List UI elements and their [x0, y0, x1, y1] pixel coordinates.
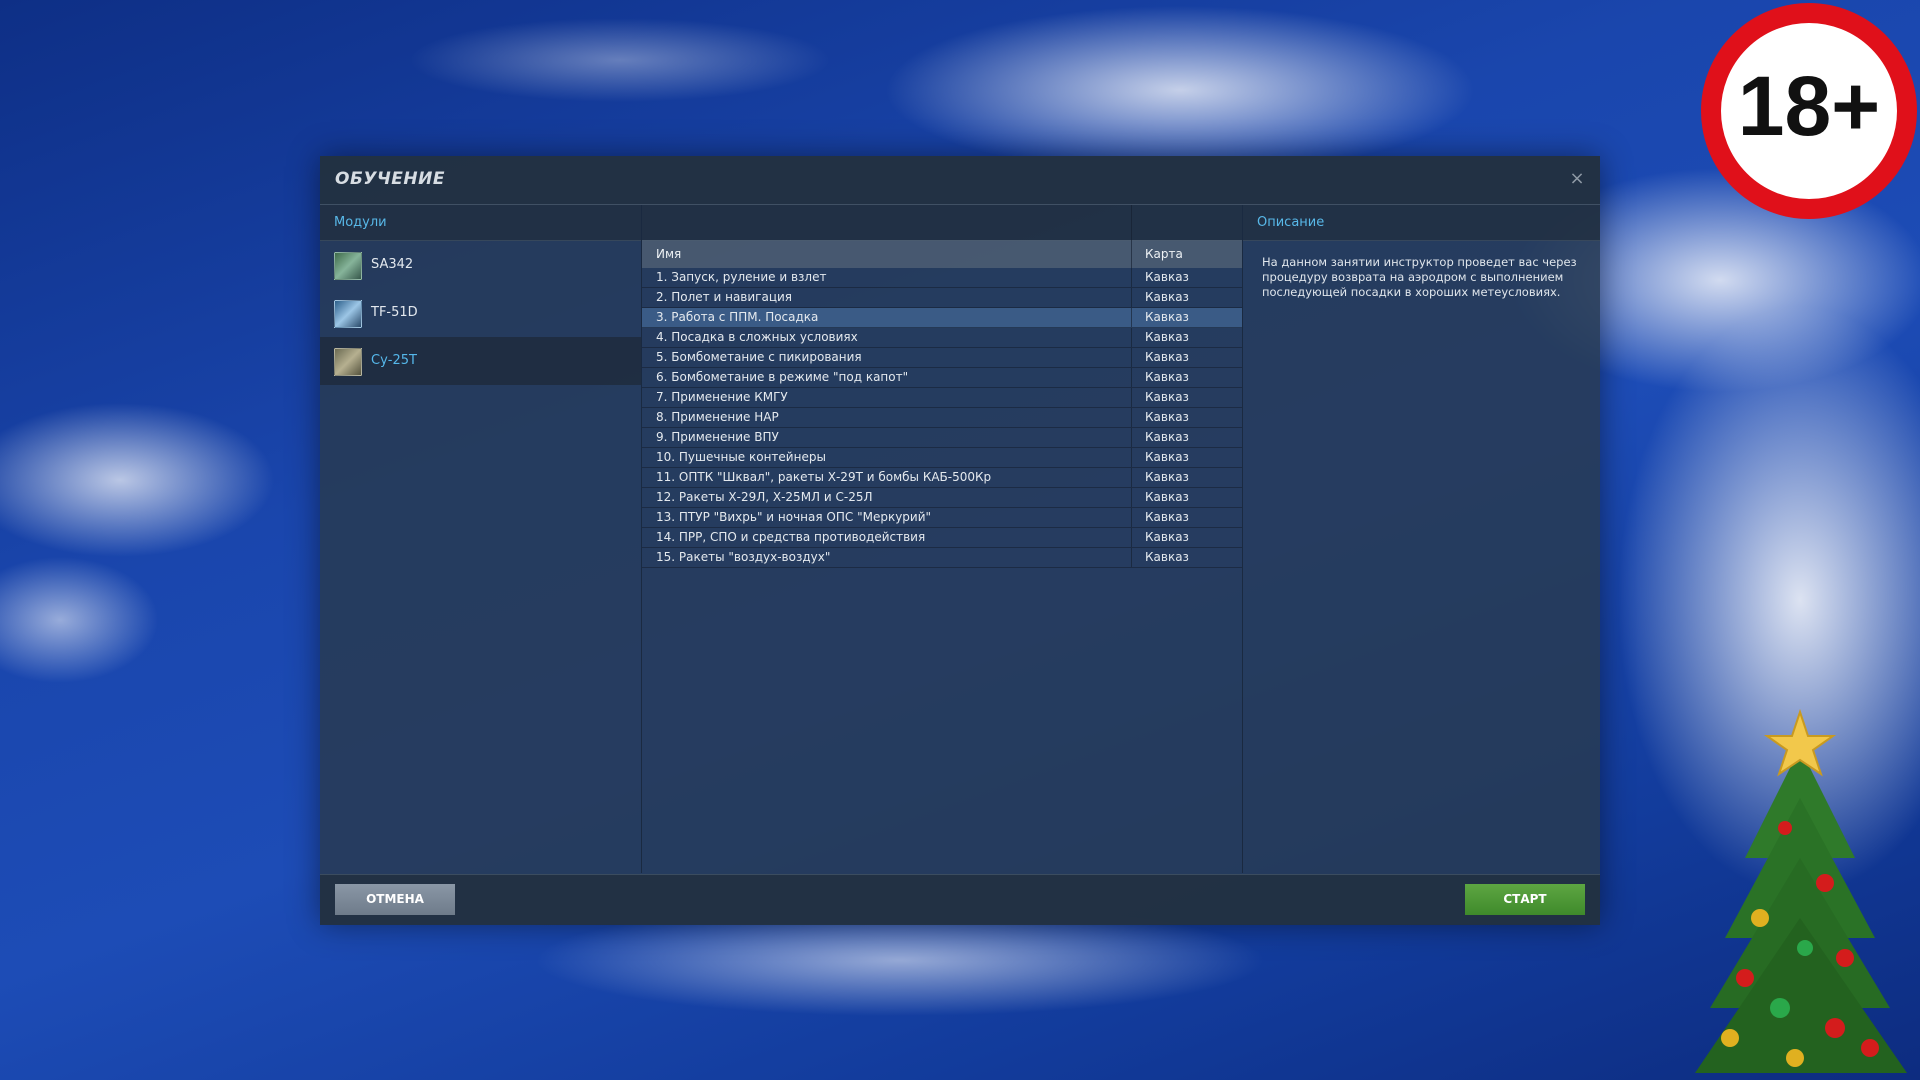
mission-map: Кавказ	[1145, 510, 1189, 524]
mission-name: 13. ПТУР "Вихрь" и ночная ОПС "Меркурий"	[656, 510, 932, 524]
mission-name: 15. Ракеты "воздух-воздух"	[656, 550, 831, 564]
mission-name: 12. Ракеты Х-29Л, Х-25МЛ и С-25Л	[656, 490, 873, 504]
training-dialog: ОБУЧЕНИЕ × Модули SA342 TF-51D Су-25Т Им…	[320, 156, 1600, 925]
mission-row[interactable]: 14. ПРР, СПО и средства противодействия К…	[642, 528, 1242, 548]
age-badge-text: 18+	[1738, 59, 1881, 153]
mission-name: 10. Пушечные контейнеры	[656, 450, 826, 464]
mission-row[interactable]: 7. Применение КМГУ Кавказ	[642, 388, 1242, 408]
mission-row[interactable]: 4. Посадка в сложных условиях Кавказ	[642, 328, 1242, 348]
mission-name: 6. Бомбометание в режиме "под капот"	[656, 370, 909, 384]
dialog-footer: ОТМЕНА СТАРТ	[320, 874, 1600, 925]
mission-map: Кавказ	[1145, 550, 1189, 564]
su25t-module-icon	[334, 348, 362, 376]
mission-name: 5. Бомбометание с пикирования	[656, 350, 862, 364]
mission-row[interactable]: 12. Ракеты Х-29Л, Х-25МЛ и С-25Л Кавказ	[642, 488, 1242, 508]
mission-map: Кавказ	[1145, 450, 1189, 464]
mission-map: Кавказ	[1145, 350, 1189, 364]
mission-name: 7. Применение КМГУ	[656, 390, 788, 404]
description-text: На данном занятии инструктор проведет ва…	[1262, 255, 1577, 299]
missions-topbar	[642, 205, 1242, 241]
mission-row[interactable]: 15. Ракеты "воздух-воздух" Кавказ	[642, 548, 1242, 568]
mission-map: Кавказ	[1145, 390, 1189, 404]
module-label: TF-51D	[371, 305, 418, 320]
mission-name: 4. Посадка в сложных условиях	[656, 330, 858, 344]
close-icon[interactable]: ×	[1566, 168, 1588, 190]
missions-list[interactable]: Имя Карта 1. Запуск, руление и взлет Кавк…	[642, 240, 1242, 568]
mission-row[interactable]: 13. ПТУР "Вихрь" и ночная ОПС "Меркурий"…	[642, 508, 1242, 528]
mission-name: 3. Работа с ППМ. Посадка	[656, 310, 819, 324]
mission-name: 2. Полет и навигация	[656, 290, 793, 304]
sa342-module-icon	[334, 252, 362, 280]
module-label: SA342	[371, 257, 414, 272]
mission-map: Кавказ	[1145, 330, 1189, 344]
mission-name: 11. ОПТК "Шквал", ракеты Х-29Т и бомбы К…	[656, 470, 992, 484]
mission-row[interactable]: 6. Бомбометание в режиме "под капот" Кавк…	[642, 368, 1242, 388]
mission-row[interactable]: 2. Полет и навигация Кавказ	[642, 288, 1242, 308]
description-panel: Описание На данном занятии инструктор пр…	[1243, 205, 1600, 873]
mission-row[interactable]: 8. Применение НАР Кавказ	[642, 408, 1242, 428]
mission-row[interactable]: 10. Пушечные контейнеры Кавказ	[642, 448, 1242, 468]
column-header-map[interactable]: Карта	[1145, 240, 1183, 268]
modules-header: Модули	[320, 205, 641, 241]
start-button[interactable]: СТАРТ	[1465, 884, 1585, 915]
mission-name: 9. Применение ВПУ	[656, 430, 779, 444]
tf51d-module-icon	[334, 300, 362, 328]
mission-map: Кавказ	[1145, 490, 1189, 504]
mission-name: 1. Запуск, руление и взлет	[656, 270, 827, 284]
dialog-title: ОБУЧЕНИЕ	[335, 169, 445, 189]
module-item-tf51d[interactable]: TF-51D	[320, 289, 641, 337]
mission-name: 14. ПРР, СПО и средства противодействия	[656, 530, 926, 544]
dialog-title-bar: ОБУЧЕНИЕ ×	[320, 156, 1600, 205]
mission-row[interactable]: 5. Бомбометание с пикирования Кавказ	[642, 348, 1242, 368]
module-item-su25t[interactable]: Су-25Т	[320, 337, 641, 385]
mission-map: Кавказ	[1145, 270, 1189, 284]
modules-panel: Модули SA342 TF-51D Су-25Т	[320, 205, 642, 873]
mission-map: Кавказ	[1145, 470, 1189, 484]
mission-map: Кавказ	[1145, 430, 1189, 444]
mission-map: Кавказ	[1145, 370, 1189, 384]
mission-name: 8. Применение НАР	[656, 410, 779, 424]
column-header-name[interactable]: Имя	[656, 240, 681, 268]
mission-map: Кавказ	[1145, 310, 1189, 324]
christmas-tree-decoration	[1695, 708, 1907, 1073]
mission-row[interactable]: 9. Применение ВПУ Кавказ	[642, 428, 1242, 448]
missions-list-header: Имя Карта	[642, 240, 1242, 268]
mission-row[interactable]: 11. ОПТК "Шквал", ракеты Х-29Т и бомбы К…	[642, 468, 1242, 488]
mission-map: Кавказ	[1145, 410, 1189, 424]
cancel-button[interactable]: ОТМЕНА	[335, 884, 455, 915]
missions-panel: Имя Карта 1. Запуск, руление и взлет Кавк…	[642, 205, 1243, 873]
mission-map: Кавказ	[1145, 530, 1189, 544]
age-rating-badge: 18+	[1701, 3, 1917, 219]
mission-row[interactable]: 1. Запуск, руление и взлет Кавказ	[642, 268, 1242, 288]
mission-map: Кавказ	[1145, 290, 1189, 304]
description-header: Описание	[1243, 205, 1600, 241]
mission-row[interactable]: 3. Работа с ППМ. Посадка Кавказ	[642, 308, 1242, 328]
module-item-sa342[interactable]: SA342	[320, 241, 641, 289]
module-label: Су-25Т	[371, 353, 417, 368]
